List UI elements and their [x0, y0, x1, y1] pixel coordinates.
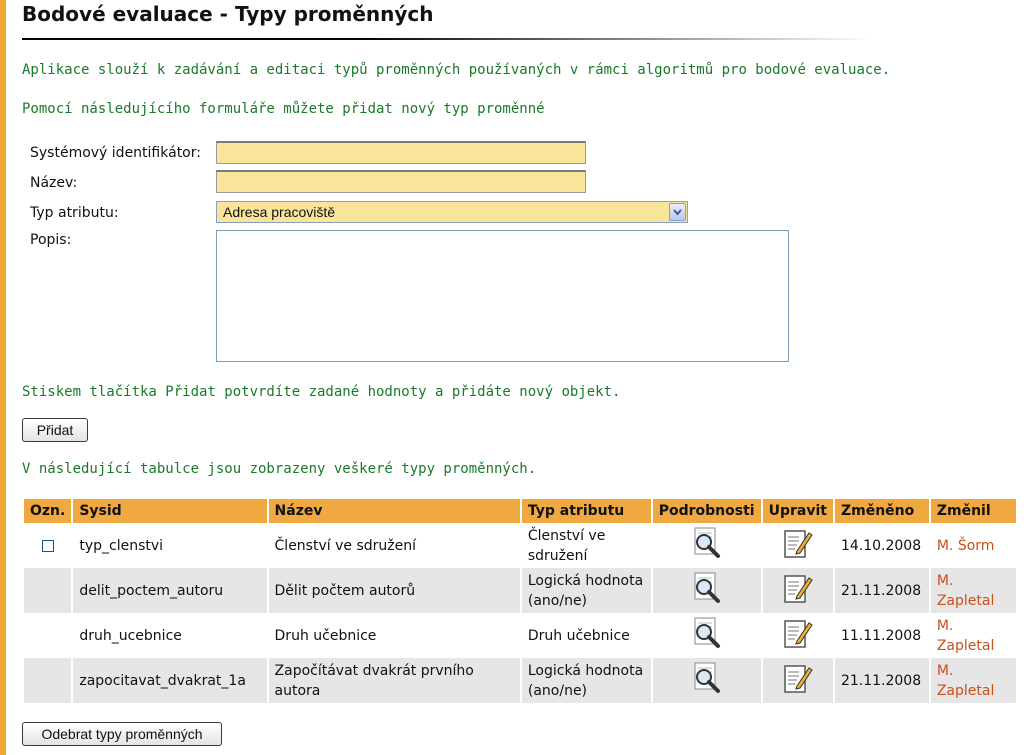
row-type: Logická hodnota (ano/ne): [520, 658, 653, 703]
header-type[interactable]: Typ atributu: [520, 499, 653, 523]
variable-types-table: Ozn. Sysid Název Typ atributu Podrobnost…: [24, 499, 1019, 703]
row-name: Členství ve sdružení: [267, 523, 522, 568]
row-details-cell: [651, 613, 763, 658]
magnifier-icon[interactable]: [690, 527, 724, 565]
title-divider: [22, 38, 872, 40]
type-select[interactable]: Adresa pracoviště: [216, 201, 688, 223]
chevron-down-icon[interactable]: [669, 203, 686, 221]
row-checkbox-cell: [24, 523, 74, 568]
row-sysid: druh_ucebnice: [72, 613, 269, 658]
header-sysid[interactable]: Sysid: [72, 499, 269, 523]
header-changed[interactable]: Změněno: [833, 499, 931, 523]
row-changed: 11.11.2008: [833, 613, 931, 658]
type-label: Typ atributu:: [30, 205, 119, 221]
table-intro-text: V následující tabulce jsou zobrazeny veš…: [22, 461, 537, 477]
row-sysid: zapocitavat_dvakrat_1a: [72, 658, 269, 703]
name-label: Název:: [30, 175, 78, 191]
type-select-value: Adresa pracoviště: [223, 204, 336, 220]
row-changed: 14.10.2008: [833, 523, 931, 568]
row-type: Členství ve sdružení: [520, 523, 653, 568]
sysid-input[interactable]: [216, 141, 586, 164]
row-name: Započítávat dvakrát prvního autora: [267, 658, 522, 703]
row-edit-cell: [761, 658, 835, 703]
header-name[interactable]: Název: [267, 499, 522, 523]
row-sysid: delit_poctem_autoru: [72, 568, 269, 613]
row-checkbox-cell: [24, 658, 74, 703]
magnifier-icon[interactable]: [690, 572, 724, 610]
edit-document-icon[interactable]: [781, 662, 815, 700]
row-changed-by[interactable]: M. Šorm: [929, 523, 1019, 568]
table-row: delit_poctem_autoru Dělit počtem autorů …: [24, 568, 1019, 613]
add-button[interactable]: Přidat: [22, 418, 88, 442]
row-checkbox[interactable]: [41, 539, 54, 552]
row-changed-by[interactable]: M. Zapletal: [929, 568, 1019, 613]
row-details-cell: [651, 568, 763, 613]
row-changed-by[interactable]: M. Zapletal: [929, 658, 1019, 703]
left-accent-bar: [0, 0, 6, 755]
row-edit-cell: [761, 613, 835, 658]
row-sysid: typ_clenstvi: [72, 523, 269, 568]
form-intro-text: Pomocí následujícího formuláře můžete př…: [22, 101, 545, 117]
row-checkbox-cell: [24, 613, 74, 658]
header-mark[interactable]: Ozn.: [24, 499, 74, 523]
magnifier-icon[interactable]: [690, 662, 724, 700]
magnifier-icon[interactable]: [690, 617, 724, 655]
table-row: druh_ucebnice Druh učebnice Druh učebnic…: [24, 613, 1019, 658]
table-header-row: Ozn. Sysid Název Typ atributu Podrobnost…: [24, 499, 1019, 523]
sysid-label: Systémový identifikátor:: [30, 145, 201, 161]
edit-document-icon[interactable]: [781, 617, 815, 655]
description-label: Popis:: [30, 232, 72, 248]
intro-text: Aplikace slouží k zadávání a editaci typ…: [22, 62, 891, 78]
row-edit-cell: [761, 523, 835, 568]
row-name: Druh učebnice: [267, 613, 522, 658]
submit-hint-text: Stiskem tlačítka Přidat potvrdíte zadané…: [22, 384, 621, 400]
row-type: Logická hodnota (ano/ne): [520, 568, 653, 613]
header-edit: Upravit: [761, 499, 835, 523]
row-details-cell: [651, 523, 763, 568]
edit-document-icon[interactable]: [781, 527, 815, 565]
table-row: typ_clenstvi Členství ve sdružení Členst…: [24, 523, 1019, 568]
remove-types-button[interactable]: Odebrat typy proměnných: [22, 722, 222, 746]
row-type: Druh učebnice: [520, 613, 653, 658]
row-name: Dělit počtem autorů: [267, 568, 522, 613]
table-row: zapocitavat_dvakrat_1a Započítávat dvakr…: [24, 658, 1019, 703]
row-checkbox-cell: [24, 568, 74, 613]
row-edit-cell: [761, 568, 835, 613]
description-textarea[interactable]: [216, 230, 789, 362]
row-changed: 21.11.2008: [833, 658, 931, 703]
page-title: Bodové evaluace - Typy proměnných: [22, 2, 434, 26]
row-details-cell: [651, 658, 763, 703]
header-details: Podrobnosti: [651, 499, 763, 523]
row-changed: 21.11.2008: [833, 568, 931, 613]
name-input[interactable]: [216, 170, 586, 193]
edit-document-icon[interactable]: [781, 572, 815, 610]
row-changed-by[interactable]: M. Zapletal: [929, 613, 1019, 658]
header-changed-by[interactable]: Změnil: [929, 499, 1019, 523]
